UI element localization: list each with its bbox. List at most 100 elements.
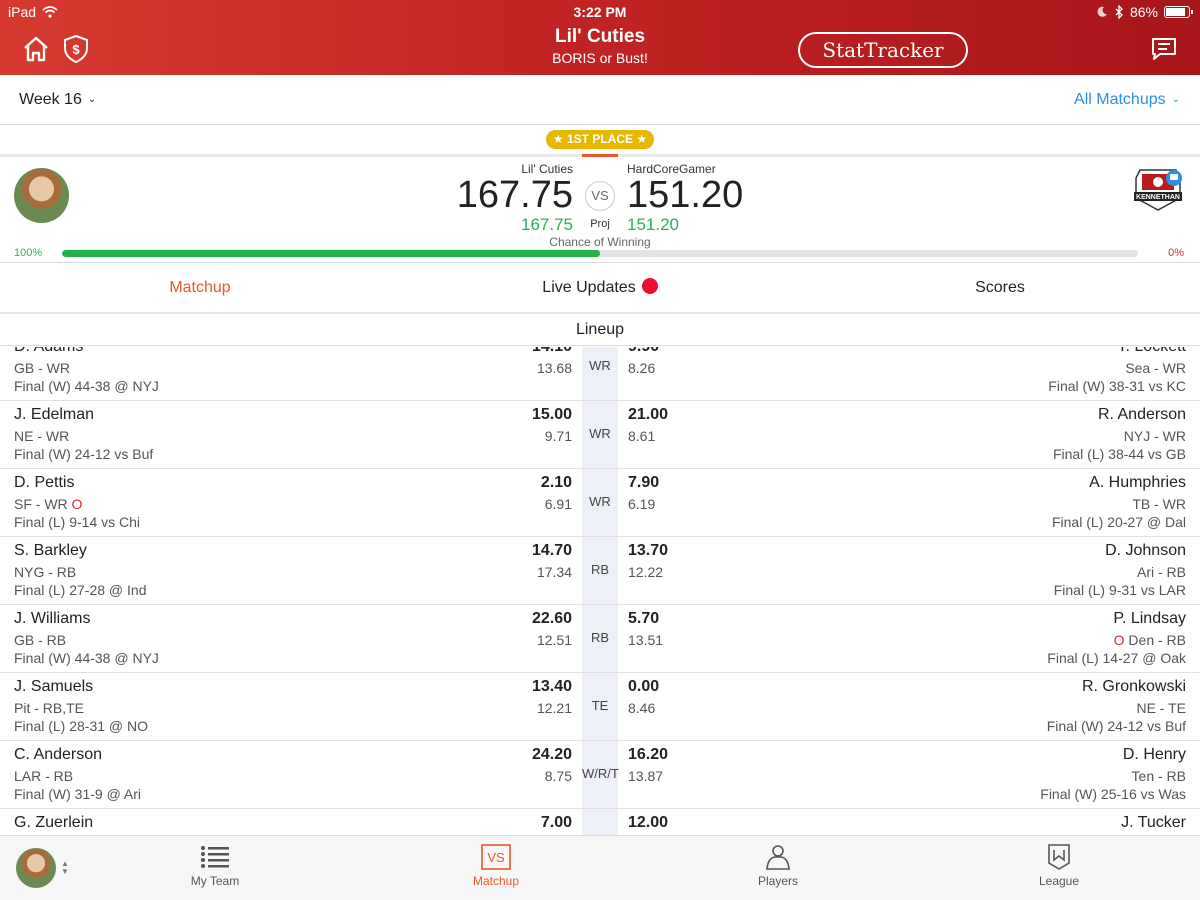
left-player-team-pos: NE - WR (14, 428, 70, 444)
left-player-name[interactable]: C. Anderson (14, 746, 102, 764)
nav-matchup[interactable]: VS Matchup (436, 844, 556, 888)
lineup-list[interactable]: D. Adams GB - WR Final (W) 44-38 @ NYJ 14.1… (0, 347, 1200, 835)
position-label: WR (589, 494, 611, 509)
team-subtitle: BORIS or Bust! (552, 50, 648, 66)
right-player-name[interactable]: R. Gronkowski (1082, 678, 1186, 696)
right-player-name[interactable]: R. Anderson (1098, 406, 1186, 424)
nav-my-team[interactable]: My Team (155, 844, 275, 888)
right-player-team-pos: Ari - RB (1137, 564, 1186, 580)
right-player-name[interactable]: D. Johnson (1105, 542, 1186, 560)
week-selector[interactable]: Week 16 ⌄ (19, 91, 96, 109)
lineup-row[interactable]: C. Anderson LAR - RB Final (W) 31-9 @ Ari 2… (0, 741, 1200, 809)
right-team-score: 151.20 (627, 174, 744, 216)
right-player-team-pos: Sea - WR (1125, 360, 1186, 376)
lineup-row[interactable]: J. Edelman NE - WR Final (W) 24-12 vs Buf 1… (0, 401, 1200, 469)
left-player-name[interactable]: J. Samuels (14, 678, 93, 696)
right-player-team-pos: TB - WR (1132, 496, 1186, 512)
right-player-name[interactable]: D. Henry (1123, 746, 1186, 764)
left-player-projected: 13.68 (536, 360, 572, 376)
first-place-badge: ★ 1ST PLACE ★ (546, 130, 654, 149)
status-time: 3:22 PM (573, 4, 627, 20)
left-player-name[interactable]: D. Adams (14, 347, 83, 356)
right-player-team-pos-wrap: O Den - RB (1114, 632, 1186, 648)
team-name: Lil' Cuties (554, 26, 646, 47)
nav-players-label: Players (757, 874, 798, 888)
right-player-game-result: Final (L) 14-27 @ Oak (1047, 650, 1186, 666)
tab-scores[interactable]: Scores (800, 263, 1200, 312)
vs-icon: VS (481, 844, 511, 870)
sort-arrows-icon[interactable]: ▲ ▼ (61, 860, 69, 876)
position-label: TE (591, 698, 609, 713)
status-bar: iPad 3:22 PM 86% (0, 0, 1200, 24)
tab-live-updates-label: Live Updates (542, 279, 636, 296)
team-switcher-avatar[interactable] (16, 848, 56, 888)
chevron-down-icon: ⌄ (87, 94, 97, 105)
right-player-projected: 13.87 (628, 768, 664, 784)
left-player-team-pos-wrap: NYG - RB (14, 564, 76, 580)
lineup-row[interactable]: D. Pettis SF - WR O Final (L) 9-14 vs Chi 2… (0, 469, 1200, 537)
svg-text:VS: VS (487, 850, 505, 865)
lineup-row[interactable]: J. Williams GB - RB Final (W) 44-38 @ NYJ 2… (0, 605, 1200, 673)
left-player-projected: 9.71 (544, 428, 572, 444)
position-label: W/R/T (582, 766, 619, 781)
left-player-name[interactable]: S. Barkley (14, 542, 87, 560)
chat-icon[interactable] (1150, 36, 1178, 62)
nav-players[interactable]: Players (718, 844, 838, 888)
left-player-points: 14.10 (532, 347, 572, 356)
moon-icon (1097, 6, 1107, 17)
left-player-team-pos: NYG - RB (14, 564, 77, 580)
left-player-points: 24.20 (531, 746, 572, 763)
right-player-projected: 8.61 (628, 428, 656, 444)
app-header: iPad 3:22 PM 86% $ Lil' Cuties BORIS or … (0, 0, 1200, 75)
left-player-name[interactable]: J. Edelman (14, 406, 94, 424)
right-player-game-result: Final (L) 9-31 vs LAR (1053, 582, 1186, 598)
right-player-name[interactable]: J. Tucker (1121, 814, 1186, 832)
position-label: RB (590, 562, 610, 577)
all-matchups-label: All Matchups (1074, 91, 1166, 108)
left-team-score: 167.75 (456, 174, 573, 216)
opponent-logo-text: KENNETHAN (1136, 194, 1180, 201)
nav-league[interactable]: League (999, 844, 1119, 888)
left-player-projected: 6.91 (544, 496, 572, 512)
right-player-name[interactable]: A. Humphries (1089, 474, 1186, 492)
left-player-points: 22.60 (531, 610, 572, 627)
position-label: WR (589, 426, 611, 441)
lineup-row[interactable]: G. Zuerlein7.00K12.00J. Tucker (0, 809, 1200, 835)
week-bar: Week 16 ⌄ All Matchups ⌄ (0, 75, 1200, 125)
left-player-team-pos-wrap: NE - WR (14, 428, 69, 444)
league-icon (1048, 844, 1070, 870)
left-player-game-result: Final (W) 24-12 vs Buf (14, 446, 154, 462)
left-player-projected: 17.34 (536, 564, 572, 580)
left-player-name[interactable]: D. Pettis (14, 474, 74, 492)
right-player-projected: 6.19 (628, 496, 656, 512)
list-icon (201, 846, 229, 868)
right-player-points: 12.00 (628, 814, 669, 831)
divider (0, 154, 1200, 157)
player-icon (766, 845, 790, 870)
left-player-name[interactable]: J. Williams (14, 610, 90, 628)
tab-live-updates[interactable]: Live Updates (400, 263, 800, 312)
right-player-team-pos: Den - RB (1128, 632, 1186, 648)
team-avatar-left[interactable] (14, 168, 69, 223)
all-matchups-selector[interactable]: All Matchups ⌄ (1074, 91, 1180, 109)
right-player-team-pos: NYJ - WR (1123, 428, 1186, 444)
right-player-points: 21.00 (628, 406, 669, 423)
right-player-points: 16.20 (628, 746, 669, 763)
tab-matchup[interactable]: Matchup (0, 263, 400, 312)
lineup-row[interactable]: J. Samuels Pit - RB,TE Final (L) 28-31 @ N… (0, 673, 1200, 741)
left-player-team-pos-wrap: SF - WR O (14, 496, 82, 512)
opponent-logo[interactable]: KENNETHAN (1130, 168, 1186, 212)
left-player-game-result: Final (W) 44-38 @ NYJ (14, 650, 159, 666)
right-player-name[interactable]: T. Lockett (1118, 347, 1186, 356)
divider-accent (582, 154, 618, 157)
right-player-name[interactable]: P. Lindsay (1113, 610, 1186, 628)
left-player-name[interactable]: G. Zuerlein (14, 814, 93, 832)
left-player-projected: 12.21 (536, 700, 572, 716)
stattracker-button[interactable]: StatTracker (798, 32, 968, 68)
left-player-points: 2.10 (540, 474, 572, 491)
left-player-team-pos-wrap: LAR - RB (14, 768, 73, 784)
lineup-row[interactable]: D. Adams GB - WR Final (W) 44-38 @ NYJ 14.1… (0, 347, 1200, 401)
left-player-team-pos: LAR - RB (14, 768, 74, 784)
lineup-row[interactable]: S. Barkley NYG - RB Final (L) 27-28 @ Ind 1… (0, 537, 1200, 605)
position-label: RB (590, 630, 610, 645)
